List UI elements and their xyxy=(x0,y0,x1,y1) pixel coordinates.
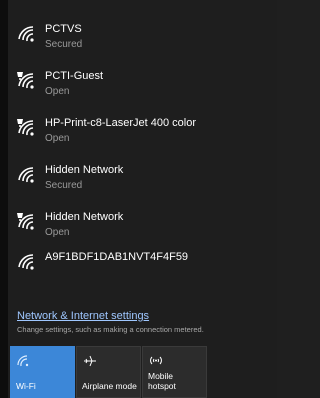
network-status: Open xyxy=(45,227,70,238)
tile-label: Mobile hotspot xyxy=(148,371,176,391)
tile-label: Wi-Fi xyxy=(16,381,36,391)
network-name: PCTVS xyxy=(45,23,82,35)
network-item-a9f1[interactable]: A9F1BDF1DAB1NVT4F4F59 xyxy=(8,241,277,288)
airplane-mode-tile[interactable]: Airplane mode xyxy=(76,346,141,398)
network-status: Open xyxy=(45,86,70,97)
network-item-hp-print[interactable]: HP-Print-c8-LaserJet 400 color Open xyxy=(8,100,277,147)
network-settings-section: Network & Internet settings Change setti… xyxy=(17,310,272,334)
network-status: Secured xyxy=(45,180,83,191)
wifi-icon xyxy=(18,26,34,42)
tile-label: Airplane mode xyxy=(82,381,137,391)
network-item-pcti-guest[interactable]: PCTI-Guest Open xyxy=(8,53,277,100)
wifi-tile[interactable]: Wi-Fi xyxy=(10,346,75,398)
network-list: PCTVS Secured PCTI-Guest Open HP-Print-c… xyxy=(8,6,277,288)
hotspot-icon xyxy=(150,356,162,365)
airplane-icon xyxy=(84,355,96,367)
wifi-icon xyxy=(18,254,34,270)
flyout-edge xyxy=(0,0,8,398)
wifi-open-icon xyxy=(17,213,34,230)
tile-label-line1: Mobile xyxy=(148,371,174,381)
network-item-hidden-open[interactable]: Hidden Network Open xyxy=(8,194,277,241)
network-name: Hidden Network xyxy=(45,211,124,223)
network-internet-settings-link[interactable]: Network & Internet settings xyxy=(17,310,272,322)
network-item-hidden-secured[interactable]: Hidden Network Secured xyxy=(8,147,277,194)
quick-action-tiles: Wi-Fi Airplane mode Mobile hotspot xyxy=(10,346,272,398)
wifi-open-icon xyxy=(17,119,34,136)
network-flyout: PCTVS Secured PCTI-Guest Open HP-Print-c… xyxy=(0,0,277,398)
network-name: HP-Print-c8-LaserJet 400 color xyxy=(45,117,197,129)
network-name: A9F1BDF1DAB1NVT4F4F59 xyxy=(45,251,189,263)
network-name: Hidden Network xyxy=(45,164,124,176)
wifi-icon xyxy=(18,167,34,183)
settings-hint: Change settings, such as making a connec… xyxy=(17,325,204,334)
mobile-hotspot-tile[interactable]: Mobile hotspot xyxy=(142,346,207,398)
network-name: PCTI-Guest xyxy=(45,70,104,82)
network-status: Open xyxy=(45,133,70,144)
network-item-pctvs[interactable]: PCTVS Secured xyxy=(8,6,277,53)
wifi-tile-icon xyxy=(17,355,29,367)
network-status: Secured xyxy=(45,39,83,50)
tile-label-line2: hotspot xyxy=(148,381,176,391)
wifi-open-icon xyxy=(17,72,34,89)
